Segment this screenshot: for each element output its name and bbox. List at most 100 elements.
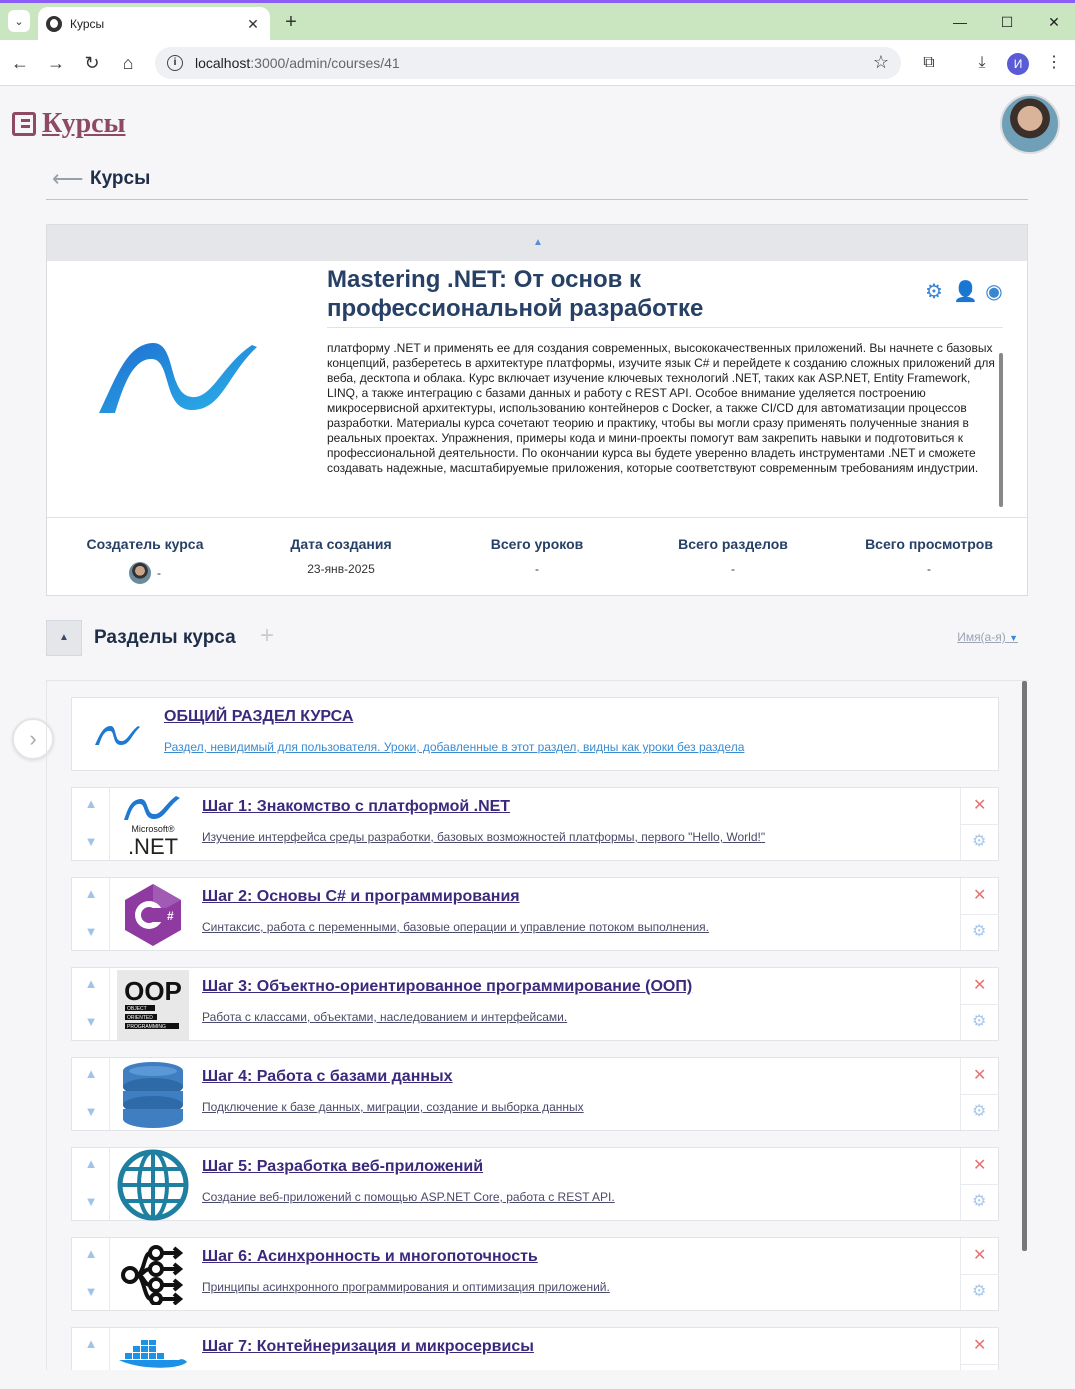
creator-avatar: [129, 562, 151, 584]
course-stats: Создатель курса - Дата создания 23-янв-2…: [47, 517, 1027, 595]
step-title[interactable]: Шаг 5: Разработка веб-приложений: [202, 1158, 615, 1176]
step-description[interactable]: Принципы асинхронного программирования и…: [202, 1280, 610, 1294]
delete-icon[interactable]: ✕: [973, 975, 986, 995]
gear-icon[interactable]: ⚙: [972, 1101, 986, 1121]
move-up-icon[interactable]: ▲: [83, 1336, 99, 1352]
brand-label: Курсы: [42, 108, 126, 139]
svg-text:OOP: OOP: [124, 976, 182, 1006]
step-description[interactable]: Изучение интерфейса среды разработки, ба…: [202, 830, 765, 844]
svg-text:PROGRAMMING: PROGRAMMING: [127, 1024, 166, 1030]
step-description[interactable]: Создание веб-приложений с помощью ASP.NE…: [202, 1190, 615, 1204]
tab-close-icon[interactable]: ✕: [244, 16, 262, 33]
move-down-icon[interactable]: ▼: [83, 1104, 99, 1120]
profile-avatar[interactable]: И: [1007, 53, 1029, 75]
stat-label: Всего просмотров: [865, 536, 993, 552]
gear-icon[interactable]: ⚙: [972, 1191, 986, 1211]
delete-icon[interactable]: ✕: [973, 1065, 986, 1085]
move-up-icon[interactable]: ▲: [83, 1066, 99, 1082]
browser-toolbar: ← → ↻ ⌂ i localhost:3000/admin/courses/4…: [0, 40, 1075, 86]
new-tab-button[interactable]: +: [280, 11, 302, 34]
minimize-button[interactable]: —: [948, 11, 972, 33]
move-down-icon[interactable]: ▼: [83, 1284, 99, 1300]
bookmark-star-icon[interactable]: ☆: [873, 52, 889, 73]
menu-dots-icon[interactable]: ⋮: [1042, 51, 1066, 75]
gear-icon[interactable]: ⚙: [972, 1281, 986, 1301]
move-up-icon[interactable]: ▲: [83, 1156, 99, 1172]
svg-text:#: #: [167, 909, 174, 923]
step-title[interactable]: Шаг 2: Основы C# и программирования: [202, 888, 709, 906]
course-card: ▲ Mastering .NET: От основ к профессиона…: [46, 224, 1028, 596]
step-description[interactable]: Синтаксис, работа с переменными, базовые…: [202, 920, 709, 934]
extensions-icon[interactable]: ⧉: [917, 51, 941, 75]
gear-icon[interactable]: ⚙: [972, 831, 986, 851]
forward-nav-icon[interactable]: →: [44, 51, 68, 75]
list-item: ▲ ▼ Шаг 6: Асинхронность и многопоточност…: [71, 1237, 999, 1311]
sections-collapse-button[interactable]: ▲: [46, 620, 82, 656]
stat-created-date: Дата создания 23-янв-2025: [243, 518, 439, 595]
tab-title: Курсы: [70, 17, 105, 31]
move-up-icon[interactable]: ▲: [83, 1246, 99, 1262]
move-down-icon[interactable]: ▼: [83, 1194, 99, 1210]
back-nav-icon[interactable]: ←: [8, 51, 32, 75]
user-settings-icon[interactable]: 👤: [953, 281, 978, 303]
step-description[interactable]: Подключение к базе данных, миграции, соз…: [202, 1100, 584, 1114]
back-arrow-icon[interactable]: ⟵: [52, 166, 84, 192]
description-scrollbar[interactable]: [999, 353, 1003, 507]
close-window-button[interactable]: ✕: [1042, 11, 1066, 33]
step-title[interactable]: Шаг 6: Асинхронность и многопоточность: [202, 1248, 610, 1266]
general-section[interactable]: ОБЩИЙ РАЗДЕЛ КУРСА Раздел, невидимый для…: [71, 697, 999, 771]
step-title[interactable]: Шаг 1: Знакомство с платформой .NET: [202, 798, 765, 816]
step-description[interactable]: Работа с классами, объектами, наследован…: [202, 1010, 692, 1024]
brand-link[interactable]: Курсы: [12, 108, 125, 140]
gear-icon[interactable]: ⚙: [972, 921, 986, 941]
delete-icon[interactable]: ✕: [973, 1335, 986, 1355]
stat-label: Всего уроков: [490, 536, 584, 552]
tab-search-button[interactable]: ⌄: [8, 10, 30, 32]
delete-icon[interactable]: ✕: [973, 795, 986, 815]
courses-icon: [12, 112, 36, 136]
step-title[interactable]: Шаг 7: Контейнеризация и микросервисы: [202, 1338, 534, 1356]
site-info-icon[interactable]: i: [167, 55, 183, 71]
maximize-button[interactable]: ☐: [995, 11, 1019, 33]
step-title[interactable]: Шаг 3: Объектно-ориентированное программ…: [202, 978, 692, 996]
add-section-icon[interactable]: +: [260, 622, 274, 650]
course-title: Mastering .NET: От основ к профессиональ…: [327, 266, 704, 322]
settings-gear-icon[interactable]: ⚙: [923, 281, 945, 303]
move-up-icon[interactable]: ▲: [83, 976, 99, 992]
stat-sections: Всего разделов -: [635, 518, 831, 595]
preview-eye-icon[interactable]: ◉: [983, 281, 1005, 303]
step-title[interactable]: Шаг 4: Работа с базами данных: [202, 1068, 584, 1086]
move-down-icon[interactable]: ▼: [83, 834, 99, 850]
browser-tab[interactable]: Курсы ✕: [38, 7, 270, 41]
list-item: ▲ ▼ # Шаг 2: Основы C# и программирования…: [71, 877, 999, 951]
sort-dropdown[interactable]: Имя(а-я) ▼: [957, 630, 1018, 644]
move-down-icon[interactable]: ▼: [83, 924, 99, 940]
move-down-icon[interactable]: ▼: [83, 1014, 99, 1030]
delete-icon[interactable]: ✕: [973, 885, 986, 905]
reload-icon[interactable]: ↻: [80, 51, 104, 75]
section-title[interactable]: ОБЩИЙ РАЗДЕЛ КУРСА: [164, 708, 744, 726]
address-bar[interactable]: i localhost:3000/admin/courses/41 ☆: [155, 47, 901, 79]
stat-creator: Создатель курса -: [47, 518, 243, 595]
collapse-up-icon[interactable]: ▲: [533, 237, 543, 248]
url-path: :3000/admin/courses/41: [250, 55, 400, 71]
svg-text:OBJECT: OBJECT: [127, 1006, 147, 1012]
sections-list: ОБЩИЙ РАЗДЕЛ КУРСА Раздел, невидимый для…: [46, 680, 1028, 1370]
list-item: ▲▼ Шаг 7: Контейнеризация и микросервисы…: [71, 1327, 999, 1370]
favicon-icon: [46, 16, 62, 32]
page-title: Курсы: [90, 168, 151, 189]
list-scrollbar[interactable]: [1022, 681, 1027, 1251]
stat-value: 23-янв-2025: [307, 562, 375, 576]
section-description[interactable]: Раздел, невидимый для пользователя. Урок…: [164, 740, 744, 754]
move-up-icon[interactable]: ▲: [83, 886, 99, 902]
delete-icon[interactable]: ✕: [973, 1245, 986, 1265]
home-icon[interactable]: ⌂: [116, 51, 140, 75]
list-item: ▲ ▼ OOP OBJECT ORIENTED PROGRAMMING Шаг 3…: [71, 967, 999, 1041]
svg-text:ORIENTED: ORIENTED: [127, 1015, 153, 1021]
delete-icon[interactable]: ✕: [973, 1155, 986, 1175]
user-avatar[interactable]: [1000, 94, 1060, 154]
download-icon[interactable]: ⤓: [970, 51, 994, 75]
stat-lessons: Всего уроков -: [439, 518, 635, 595]
gear-icon[interactable]: ⚙: [972, 1011, 986, 1031]
move-up-icon[interactable]: ▲: [83, 796, 99, 812]
